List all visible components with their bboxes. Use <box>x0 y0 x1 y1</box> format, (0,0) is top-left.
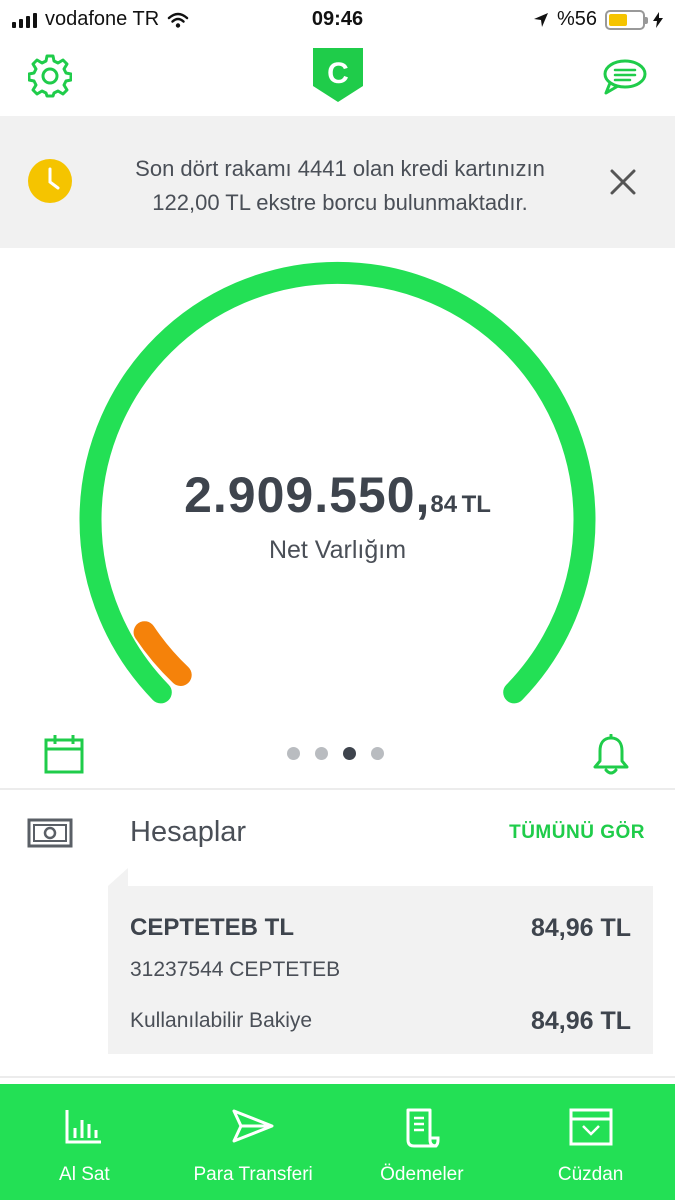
send-icon <box>232 1109 274 1143</box>
account-balance: 84,96 TL <box>530 914 631 942</box>
banner-line-2: 122,00 TL ekstre borcu bulunmaktadır. <box>152 190 528 215</box>
receipt-icon <box>406 1108 440 1148</box>
app-header: C <box>0 42 675 114</box>
clock-icon <box>28 159 72 203</box>
section-divider <box>0 1076 675 1078</box>
charging-bolt-icon <box>653 11 663 28</box>
bell-icon[interactable] <box>592 734 630 776</box>
page-dot[interactable] <box>371 747 384 760</box>
page-dot-active[interactable] <box>343 747 356 760</box>
tab-cuzdan[interactable]: Cüzdan <box>506 1084 675 1200</box>
notification-banner: Son dört rakamı 4441 olan kredi kartınız… <box>0 116 675 248</box>
net-worth-label: Net Varlığım <box>268 536 407 564</box>
brand-logo: C <box>313 48 363 102</box>
tab-al-sat[interactable]: Al Sat <box>0 1084 169 1200</box>
bar-chart-icon <box>65 1110 102 1144</box>
battery-icon <box>605 9 648 30</box>
wallet-icon <box>569 1108 613 1146</box>
tab-label: Al Sat <box>59 1164 110 1185</box>
banner-line-1: Son dört rakamı 4441 olan kredi kartınız… <box>135 156 545 181</box>
see-all-link[interactable]: TÜMÜNÜ GÖR <box>509 822 645 844</box>
tab-label: Para Transferi <box>193 1164 313 1185</box>
chat-bubble-icon[interactable] <box>602 58 648 96</box>
page-indicator[interactable] <box>287 747 384 760</box>
amount-decimal: 84 <box>430 491 458 518</box>
section-divider <box>0 788 675 790</box>
accounts-title: Hesaplar <box>130 816 247 848</box>
amount-integer: 2.909.550, <box>184 467 431 523</box>
status-bar: vodafone TR 09:46 %56 <box>0 0 675 40</box>
tab-para-transferi[interactable]: Para Transferi <box>169 1084 338 1200</box>
bottom-tab-bar: Al Sat Para Transferi Ödemeler Cüzdan <box>0 1084 675 1200</box>
card-notch <box>108 868 128 886</box>
tab-odemeler[interactable]: Ödemeler <box>338 1084 507 1200</box>
battery-fill <box>609 13 627 26</box>
tab-label: Ödemeler <box>380 1164 464 1185</box>
close-icon[interactable] <box>609 168 637 196</box>
battery-percent: %56 <box>556 8 597 30</box>
location-arrow-icon <box>533 12 548 27</box>
banknote-icon <box>27 818 73 848</box>
available-balance-amount: 84,96 TL <box>530 1007 631 1035</box>
calendar-icon[interactable] <box>44 734 84 774</box>
available-balance-label: Kullanılabilir Bakiye <box>130 1009 313 1032</box>
account-name: CEPTETEB TL <box>130 914 295 941</box>
status-right: %56 <box>533 8 663 31</box>
page-dot[interactable] <box>287 747 300 760</box>
account-card[interactable]: CEPTETEB TL 84,96 TL 31237544 CEPTETEB K… <box>108 886 653 1054</box>
amount-currency: TL <box>461 491 491 518</box>
tab-label: Cüzdan <box>557 1164 624 1185</box>
account-number: 31237544 CEPTETEB <box>130 958 341 981</box>
net-worth-amount: 2.909.550,84 TL <box>0 466 675 524</box>
logo-letter: C <box>327 57 349 90</box>
gear-icon[interactable] <box>28 54 72 98</box>
page-dot[interactable] <box>315 747 328 760</box>
banner-message: Son dört rakamı 4441 olan kredi kartınız… <box>96 152 584 220</box>
